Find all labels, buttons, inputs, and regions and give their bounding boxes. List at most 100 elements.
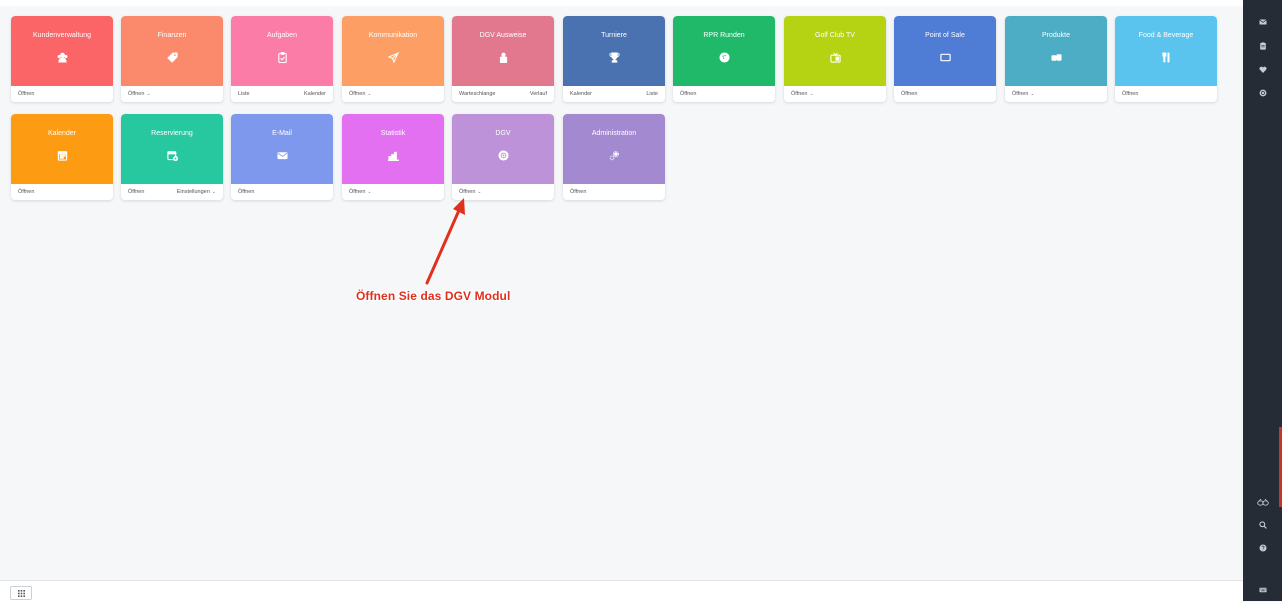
tile-header[interactable]: Finanzen bbox=[121, 16, 223, 86]
open-link[interactable]: Öffnen bbox=[1122, 91, 1138, 97]
apps-grid-button[interactable] bbox=[10, 586, 32, 600]
tile-food-beverage[interactable]: Food & Beverage Öffnen bbox=[1115, 16, 1217, 102]
sidebar-clipboard-button[interactable] bbox=[1243, 42, 1282, 50]
sidebar-favorites-button[interactable] bbox=[1243, 66, 1282, 74]
open-link[interactable]: Öffnen bbox=[18, 91, 34, 97]
sidebar-search-button[interactable] bbox=[1243, 521, 1282, 529]
open-label: Öffnen bbox=[791, 91, 808, 97]
open-link[interactable]: Öffnen bbox=[128, 189, 144, 195]
tile-rpr-runden[interactable]: RPR Runden Öffnen bbox=[673, 16, 775, 102]
search-icon bbox=[1258, 521, 1267, 529]
tile-title: Kommunikation bbox=[368, 32, 418, 39]
tile-kundenverwaltung[interactable]: Kundenverwaltung Öffnen bbox=[11, 16, 113, 102]
open-link[interactable]: Öffnen bbox=[680, 91, 696, 97]
tile-footer: Liste Kalender bbox=[231, 86, 333, 102]
chevron-down-icon: ⌄ bbox=[146, 91, 151, 97]
settings-dropdown[interactable]: Einstellungen ⌄ bbox=[177, 189, 216, 195]
keyboard-icon bbox=[1259, 587, 1266, 593]
queue-link[interactable]: Warteschlange bbox=[459, 91, 495, 97]
tile-title: Point of Sale bbox=[925, 32, 965, 39]
open-dropdown[interactable]: Öffnen ⌄ bbox=[1012, 91, 1035, 97]
calendar-link[interactable]: Kalender bbox=[570, 91, 592, 97]
tile-title: DGV Ausweise bbox=[479, 32, 527, 39]
sidebar-help-button[interactable] bbox=[1243, 544, 1282, 552]
tile-header[interactable]: Kundenverwaltung bbox=[11, 16, 113, 86]
tile-point-of-sale[interactable]: Point of Sale Öffnen bbox=[894, 16, 996, 102]
open-label: Öffnen bbox=[1012, 91, 1029, 97]
bottom-bar bbox=[0, 580, 1243, 602]
tile-header[interactable]: Food & Beverage bbox=[1115, 16, 1217, 86]
open-link[interactable]: Öffnen bbox=[238, 189, 254, 195]
tile-aufgaben[interactable]: Aufgaben Liste Kalender bbox=[231, 16, 333, 102]
tile-header[interactable]: Turniere bbox=[563, 16, 665, 86]
chevron-down-icon: ⌄ bbox=[367, 189, 372, 195]
tile-dgv-ausweise[interactable]: DGV Ausweise Warteschlange Verlauf bbox=[452, 16, 554, 102]
tile-header[interactable]: Golf Club TV bbox=[784, 16, 886, 86]
chevron-down-icon: ⌄ bbox=[477, 189, 482, 195]
tile-footer: Warteschlange Verlauf bbox=[452, 86, 554, 102]
tile-title: Kundenverwaltung bbox=[33, 32, 91, 39]
tile-statistik[interactable]: Statistik Öffnen ⌄ bbox=[342, 114, 444, 200]
sidebar-keyboard-button[interactable] bbox=[1243, 586, 1282, 594]
tile-kalender[interactable]: Kalender Öffnen bbox=[11, 114, 113, 200]
list-link[interactable]: Liste bbox=[646, 91, 658, 97]
cutlery-icon bbox=[1161, 52, 1170, 63]
tile-footer: Öffnen bbox=[11, 86, 113, 102]
open-dropdown[interactable]: Öffnen ⌄ bbox=[128, 91, 151, 97]
apps-grid-icon bbox=[17, 589, 25, 597]
tile-footer: Öffnen bbox=[231, 184, 333, 200]
tile-header[interactable]: DGV Ausweise bbox=[452, 16, 554, 86]
tile-header[interactable]: Produkte bbox=[1005, 16, 1107, 86]
tile-header[interactable]: Kalender bbox=[11, 114, 113, 184]
open-dropdown[interactable]: Öffnen ⌄ bbox=[349, 189, 372, 195]
tile-dgv[interactable]: DGV Öffnen ⌄ bbox=[452, 114, 554, 200]
chevron-down-icon: ⌄ bbox=[1030, 91, 1035, 97]
tile-finanzen[interactable]: Finanzen Öffnen ⌄ bbox=[121, 16, 223, 102]
open-link[interactable]: Öffnen bbox=[570, 189, 586, 195]
tile-kommunikation[interactable]: Kommunikation Öffnen ⌄ bbox=[342, 16, 444, 102]
tv-icon bbox=[829, 52, 841, 63]
chevron-down-icon: ⌄ bbox=[211, 189, 216, 195]
tile-footer: Öffnen bbox=[894, 86, 996, 102]
tile-header[interactable]: Reservierung bbox=[121, 114, 223, 184]
tile-header[interactable]: E-Mail bbox=[231, 114, 333, 184]
list-link[interactable]: Liste bbox=[238, 91, 250, 97]
tile-administration[interactable]: Administration Öffnen bbox=[563, 114, 665, 200]
products-icon bbox=[1050, 54, 1062, 61]
tile-header[interactable]: Administration bbox=[563, 114, 665, 184]
tile-title: Turniere bbox=[601, 32, 627, 39]
history-link[interactable]: Verlauf bbox=[530, 91, 547, 97]
sidebar-coin-button[interactable] bbox=[1243, 89, 1282, 97]
tag-icon bbox=[166, 52, 178, 63]
tile-e-mail[interactable]: E-Mail Öffnen bbox=[231, 114, 333, 200]
tile-header[interactable]: Statistik bbox=[342, 114, 444, 184]
tile-golf-club-tv[interactable]: Golf Club TV Öffnen ⌄ bbox=[784, 16, 886, 102]
chevron-down-icon: ⌄ bbox=[809, 91, 814, 97]
right-sidebar bbox=[1243, 0, 1282, 601]
tile-header[interactable]: Point of Sale bbox=[894, 16, 996, 86]
trophy-icon bbox=[609, 52, 619, 63]
open-dropdown[interactable]: Öffnen ⌄ bbox=[349, 91, 372, 97]
chevron-down-icon: ⌄ bbox=[367, 91, 372, 97]
tile-reservierung[interactable]: Reservierung Öffnen Einstellungen ⌄ bbox=[121, 114, 223, 200]
open-dropdown[interactable]: Öffnen ⌄ bbox=[791, 91, 814, 97]
tile-header[interactable]: DGV bbox=[452, 114, 554, 184]
tile-header[interactable]: Kommunikation bbox=[342, 16, 444, 86]
tile-title: E-Mail bbox=[272, 130, 292, 137]
tile-header[interactable]: Aufgaben bbox=[231, 16, 333, 86]
gears-icon bbox=[609, 151, 619, 161]
sidebar-mail-button[interactable] bbox=[1243, 18, 1282, 26]
tile-footer: Öffnen Einstellungen ⌄ bbox=[121, 184, 223, 200]
tile-turniere[interactable]: Turniere Kalender Liste bbox=[563, 16, 665, 102]
tile-footer: Öffnen bbox=[11, 184, 113, 200]
tile-produkte[interactable]: Produkte Öffnen ⌄ bbox=[1005, 16, 1107, 102]
sidebar-link-button[interactable] bbox=[1243, 498, 1282, 506]
open-link[interactable]: Öffnen bbox=[901, 91, 917, 97]
tile-footer: Öffnen ⌄ bbox=[121, 86, 223, 102]
tile-header[interactable]: RPR Runden bbox=[673, 16, 775, 86]
link-icon bbox=[1256, 498, 1269, 506]
open-label: Öffnen bbox=[128, 91, 145, 97]
settings-label: Einstellungen bbox=[176, 189, 210, 195]
open-link[interactable]: Öffnen bbox=[18, 189, 34, 195]
calendar-link[interactable]: Kalender bbox=[304, 91, 326, 97]
